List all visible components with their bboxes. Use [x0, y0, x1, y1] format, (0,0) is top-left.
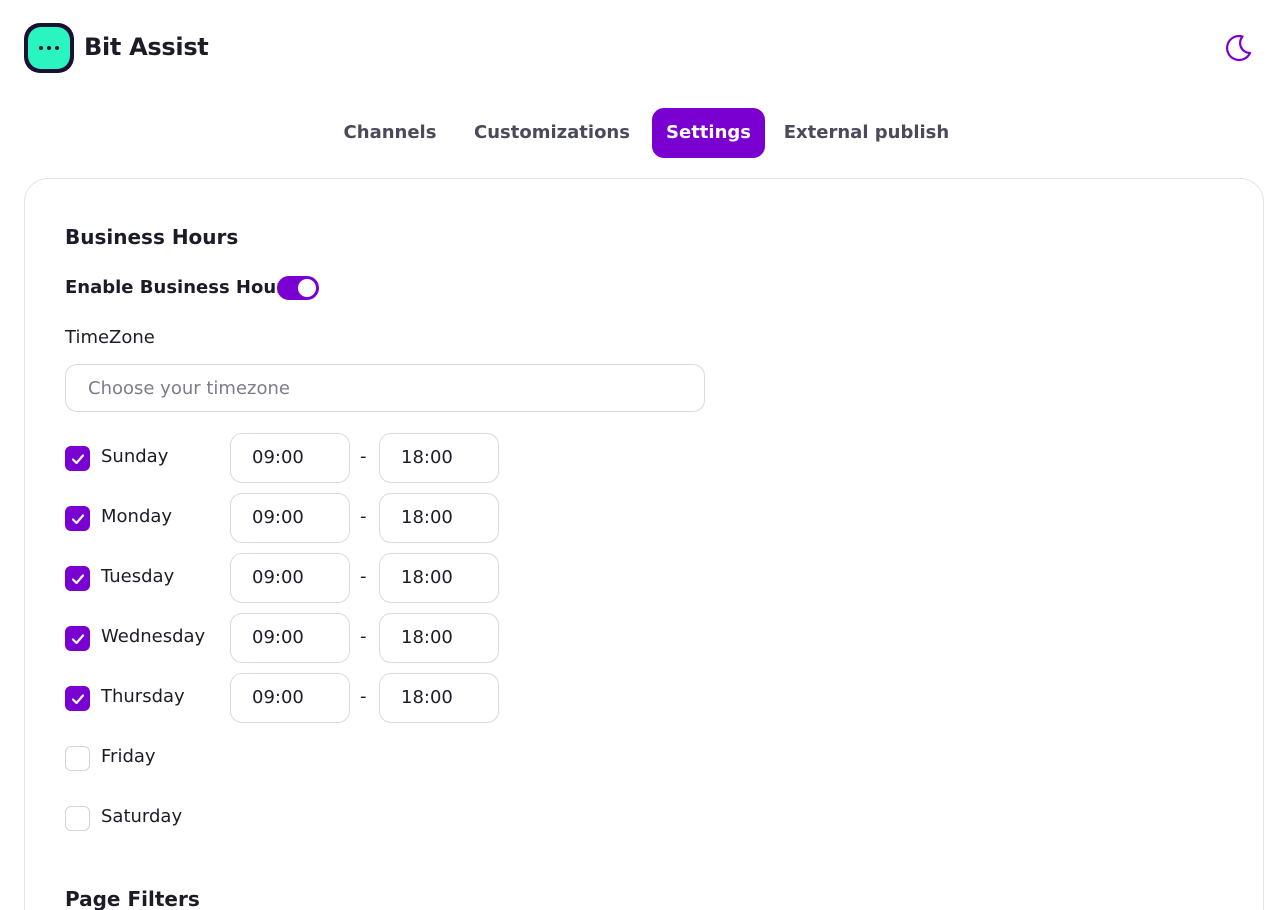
timezone-input[interactable] — [65, 364, 705, 412]
checkmark-icon — [71, 454, 85, 465]
app-header: Bit Assist — [0, 0, 1286, 100]
day-row-thursday: Thursday 09:00-18:00 — [65, 673, 515, 723]
day-label: Sunday — [101, 446, 169, 467]
moon-icon[interactable] — [1222, 32, 1254, 64]
day-label: Saturday — [101, 806, 183, 827]
end-time-input[interactable]: 18:00 — [379, 673, 499, 723]
day-label: Friday — [101, 746, 156, 767]
tab-settings[interactable]: Settings — [652, 108, 765, 158]
day-checkbox-friday[interactable] — [65, 746, 90, 771]
time-separator: - — [360, 566, 367, 587]
end-time-input[interactable]: 18:00 — [379, 613, 499, 663]
day-label: Wednesday — [101, 626, 206, 647]
day-checkbox-wednesday[interactable] — [65, 626, 90, 651]
day-row-saturday: Saturday — [65, 793, 515, 843]
start-time-input[interactable]: 09:00 — [230, 493, 350, 543]
day-checkbox-tuesday[interactable] — [65, 566, 90, 591]
day-row-sunday: Sunday 09:00-18:00 — [65, 433, 515, 483]
checkmark-icon — [71, 574, 85, 585]
day-label: Monday — [101, 506, 173, 527]
day-checkbox-monday[interactable] — [65, 506, 90, 531]
day-row-wednesday: Wednesday 09:00-18:00 — [65, 613, 515, 663]
timezone-label: TimeZone — [65, 327, 155, 348]
time-separator: - — [360, 686, 367, 707]
day-label: Thursday — [101, 686, 185, 707]
start-time-input[interactable]: 09:00 — [230, 673, 350, 723]
enable-business-hours-label: Enable Business Hours — [65, 277, 296, 298]
app-logo — [24, 23, 74, 73]
day-row-friday: Friday — [65, 733, 515, 783]
main-tabs: Channels Customizations Settings Externa… — [0, 108, 1286, 158]
tab-customizations[interactable]: Customizations — [467, 108, 637, 158]
business-hours-title: Business Hours — [65, 225, 239, 249]
day-checkbox-sunday[interactable] — [65, 446, 90, 471]
start-time-input[interactable]: 09:00 — [230, 613, 350, 663]
day-checkbox-saturday[interactable] — [65, 806, 90, 831]
day-label: Tuesday — [101, 566, 175, 587]
business-hours-toggle[interactable] — [277, 276, 319, 300]
logo-face-icon — [28, 27, 70, 69]
end-time-input[interactable]: 18:00 — [379, 553, 499, 603]
tab-external-publish[interactable]: External publish — [780, 108, 953, 158]
checkmark-icon — [71, 694, 85, 705]
end-time-input[interactable]: 18:00 — [379, 493, 499, 543]
tab-channels[interactable]: Channels — [330, 108, 450, 158]
checkmark-icon — [71, 634, 85, 645]
day-row-monday: Monday 09:00-18:00 — [65, 493, 515, 543]
page-filters-title: Page Filters — [65, 887, 200, 910]
start-time-input[interactable]: 09:00 — [230, 433, 350, 483]
time-separator: - — [360, 506, 367, 527]
checkmark-icon — [71, 514, 85, 525]
start-time-input[interactable]: 09:00 — [230, 553, 350, 603]
time-separator: - — [360, 626, 367, 647]
end-time-input[interactable]: 18:00 — [379, 433, 499, 483]
time-separator: - — [360, 446, 367, 467]
app-title: Bit Assist — [84, 33, 209, 61]
day-row-tuesday: Tuesday 09:00-18:00 — [65, 553, 515, 603]
day-checkbox-thursday[interactable] — [65, 686, 90, 711]
toggle-knob — [298, 279, 316, 297]
